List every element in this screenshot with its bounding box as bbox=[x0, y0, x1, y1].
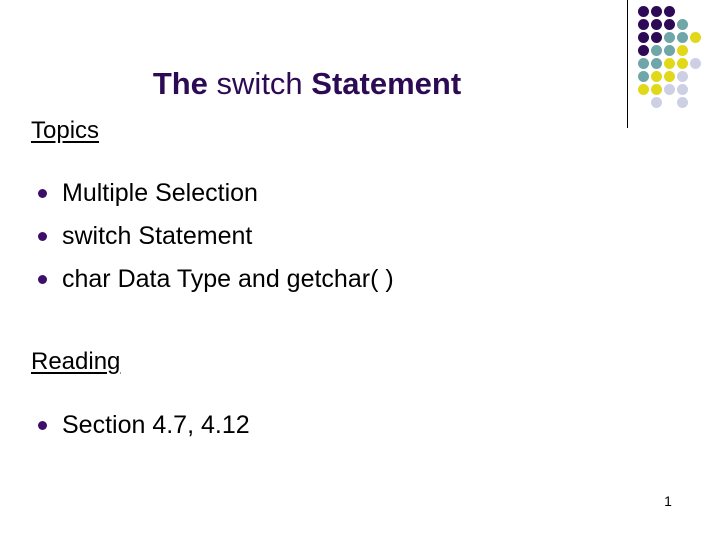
decorative-dot bbox=[638, 32, 649, 43]
decorative-dot bbox=[651, 97, 662, 108]
decorative-dot bbox=[677, 84, 688, 95]
decorative-dot bbox=[651, 84, 662, 95]
decorative-dot-grid bbox=[638, 6, 720, 124]
list-item-label: Section 4.7, 4.12 bbox=[62, 411, 250, 439]
decorative-dot bbox=[690, 58, 701, 69]
decorative-dot bbox=[664, 19, 675, 30]
decorative-dot bbox=[677, 32, 688, 43]
decorative-dot bbox=[690, 32, 701, 43]
topics-heading: Topics bbox=[31, 117, 100, 144]
decorative-dot bbox=[651, 71, 662, 82]
slide-canvas: The switch Statement Topics Multiple Sel… bbox=[0, 0, 720, 540]
decorative-dot bbox=[677, 71, 688, 82]
page-number: 1 bbox=[664, 493, 672, 509]
slide-title: The switch Statement bbox=[0, 64, 614, 104]
title-part-the: The bbox=[152, 66, 217, 101]
decorative-dot bbox=[677, 19, 688, 30]
decorative-dot bbox=[677, 45, 688, 56]
decorative-dot bbox=[664, 84, 675, 95]
list-item-label: switch Statement bbox=[62, 222, 253, 250]
topics-list: Multiple Selection switch Statement char… bbox=[0, 172, 394, 301]
decorative-dot bbox=[651, 19, 662, 30]
list-item-label: Multiple Selection bbox=[62, 179, 258, 207]
list-item: Section 4.7, 4.12 bbox=[0, 404, 250, 447]
reading-heading: Reading bbox=[31, 348, 121, 375]
bullet-icon bbox=[38, 275, 47, 284]
list-item: char Data Type and getchar( ) bbox=[0, 258, 394, 301]
list-item: Multiple Selection bbox=[0, 172, 394, 215]
decorative-dot bbox=[651, 45, 662, 56]
corner-vertical-rule bbox=[627, 0, 628, 128]
decorative-dot bbox=[664, 45, 675, 56]
decorative-dot bbox=[664, 32, 675, 43]
decorative-dot bbox=[651, 32, 662, 43]
decorative-dot bbox=[638, 71, 649, 82]
decorative-dot bbox=[664, 71, 675, 82]
decorative-dot bbox=[638, 6, 649, 17]
list-item: switch Statement bbox=[0, 215, 394, 258]
reading-list: Section 4.7, 4.12 bbox=[0, 404, 250, 447]
list-item-label: char Data Type and getchar( ) bbox=[62, 265, 394, 293]
bullet-icon bbox=[38, 421, 47, 430]
decorative-dot bbox=[638, 58, 649, 69]
decorative-dot bbox=[638, 45, 649, 56]
title-part-switch: switch bbox=[216, 66, 303, 101]
decorative-dot bbox=[638, 19, 649, 30]
bullet-icon bbox=[38, 189, 47, 198]
decorative-dot bbox=[651, 6, 662, 17]
decorative-dot bbox=[664, 6, 675, 17]
decorative-dot bbox=[677, 97, 688, 108]
bullet-icon bbox=[38, 232, 47, 241]
decorative-dot bbox=[677, 58, 688, 69]
decorative-dot bbox=[664, 58, 675, 69]
decorative-dot bbox=[651, 58, 662, 69]
title-part-statement: Statement bbox=[302, 66, 462, 101]
decorative-dot bbox=[638, 84, 649, 95]
